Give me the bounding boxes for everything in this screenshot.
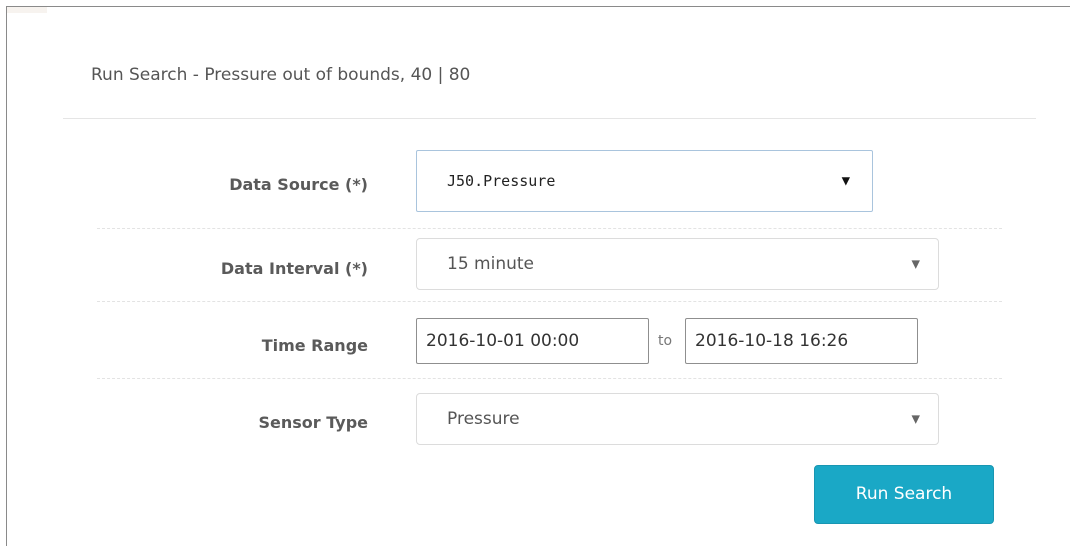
time-range-start-input[interactable]: 2016-10-01 00:00 xyxy=(416,318,649,364)
header-divider xyxy=(63,118,1036,119)
caret-down-icon: ▼ xyxy=(841,173,850,189)
data-source-label: Data Source (*) xyxy=(229,175,368,194)
time-range-separator: to xyxy=(658,333,673,349)
data-interval-label: Data Interval (*) xyxy=(220,259,368,278)
caret-down-icon: ▼ xyxy=(911,257,920,271)
run-search-button[interactable]: Run Search xyxy=(814,465,994,524)
time-range-end-input[interactable]: 2016-10-18 16:26 xyxy=(685,318,918,364)
row-divider xyxy=(97,378,1002,379)
dialog-title: Run Search - Pressure out of bounds, 40 … xyxy=(91,65,471,85)
sensor-type-select[interactable]: Pressure ▼ xyxy=(416,393,939,445)
data-source-value: J50.Pressure xyxy=(447,172,556,190)
data-interval-value: 15 minute xyxy=(447,254,534,274)
caret-down-icon: ▼ xyxy=(911,412,920,426)
sensor-type-value: Pressure xyxy=(447,409,520,429)
time-range-label: Time Range xyxy=(261,336,368,355)
sensor-type-label: Sensor Type xyxy=(258,413,369,432)
dialog-corner-accent xyxy=(7,7,47,13)
row-divider xyxy=(97,228,1002,229)
run-search-dialog: Run Search - Pressure out of bounds, 40 … xyxy=(6,6,1070,546)
row-divider xyxy=(97,301,1002,302)
data-source-select[interactable]: J50.Pressure ▼ xyxy=(416,150,873,212)
data-interval-select[interactable]: 15 minute ▼ xyxy=(416,238,939,290)
